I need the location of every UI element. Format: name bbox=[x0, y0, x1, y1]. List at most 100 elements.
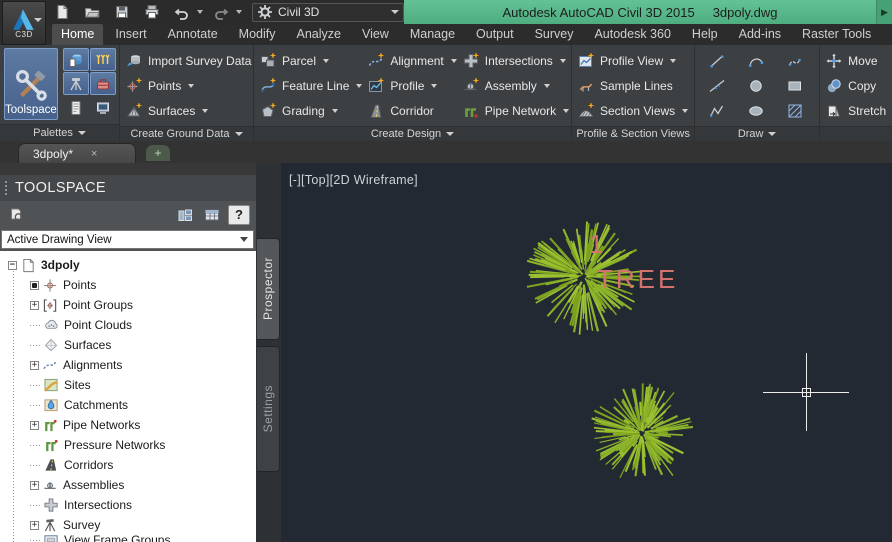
tab-close-icon[interactable]: × bbox=[91, 148, 97, 160]
stretch-button[interactable]: Stretch bbox=[824, 98, 888, 123]
ribbon-tab-modify[interactable]: Modify bbox=[230, 24, 285, 45]
ribbon-tab-insert[interactable]: Insert bbox=[106, 24, 155, 45]
survey-palette-button[interactable] bbox=[63, 72, 89, 95]
ribbon-tab-view[interactable]: View bbox=[353, 24, 398, 45]
draw-pline-button[interactable] bbox=[699, 98, 738, 123]
new-drawing-tab-button[interactable]: + bbox=[146, 145, 170, 161]
plot-button[interactable] bbox=[140, 2, 164, 22]
ts-help-button[interactable]: ? bbox=[228, 205, 250, 225]
feature-line-button[interactable]: Feature Line bbox=[258, 73, 364, 98]
tree-item-point-clouds[interactable]: Point Clouds bbox=[0, 315, 256, 335]
infocenter-expand-button[interactable]: ▶ bbox=[876, 0, 892, 24]
tree-item-pipe-networks[interactable]: +Pipe Networks bbox=[0, 415, 256, 435]
assembly-button[interactable]: Assembly bbox=[461, 73, 571, 98]
grading-button[interactable]: Grading bbox=[258, 98, 364, 123]
tree-item-corridors[interactable]: Corridors bbox=[0, 455, 256, 475]
tree-item-sites[interactable]: Sites bbox=[0, 375, 256, 395]
ribbon-tab-home[interactable]: Home bbox=[52, 24, 103, 45]
tree-item-label: Assemblies bbox=[63, 478, 124, 492]
display-manager-button[interactable] bbox=[90, 96, 116, 119]
tree-item-points[interactable]: Points bbox=[0, 275, 256, 295]
panel-label-create-design[interactable]: Create Design bbox=[254, 126, 571, 141]
expand-box-icon[interactable]: + bbox=[30, 301, 39, 310]
draw-spline-button[interactable] bbox=[777, 48, 816, 73]
sample-lines-button[interactable]: Sample Lines bbox=[576, 73, 690, 98]
panel-label-create-ground-data[interactable]: Create Ground Data bbox=[120, 126, 253, 141]
tree-item-3dpoly[interactable]: −3dpoly bbox=[0, 255, 256, 275]
panel-label-palettes[interactable]: Palettes bbox=[0, 124, 119, 141]
ribbon-tab-autodesk-360[interactable]: Autodesk 360 bbox=[585, 24, 679, 45]
ribbon-tab-manage[interactable]: Manage bbox=[401, 24, 464, 45]
item-browser-button[interactable] bbox=[63, 96, 89, 119]
palette-grip-icon[interactable] bbox=[4, 180, 9, 196]
expand-box-icon[interactable]: + bbox=[30, 361, 39, 370]
panel-label-draw[interactable]: Draw bbox=[695, 126, 819, 141]
prospector-button[interactable] bbox=[63, 48, 89, 71]
ribbon-tab-survey[interactable]: Survey bbox=[526, 24, 583, 45]
draw-hatch-button[interactable] bbox=[777, 98, 816, 123]
expand-box-icon[interactable]: + bbox=[30, 481, 39, 490]
drawing-canvas[interactable]: [-][Top][2D Wireframe] 1 TREE bbox=[281, 163, 892, 542]
ts-study-button[interactable] bbox=[6, 205, 28, 225]
undo-button[interactable] bbox=[170, 2, 194, 22]
import-survey-data-button[interactable]: Import Survey Data bbox=[124, 48, 249, 73]
tree-item-catchments[interactable]: Catchments bbox=[0, 395, 256, 415]
collapse-box-icon[interactable]: − bbox=[8, 261, 17, 270]
ts-table-button[interactable] bbox=[201, 205, 223, 225]
new-file-button[interactable] bbox=[50, 2, 74, 22]
intersections-button[interactable]: Intersections bbox=[461, 48, 571, 73]
ts-panorama-button[interactable] bbox=[174, 205, 196, 225]
expand-box-icon[interactable]: + bbox=[30, 521, 39, 530]
tree-item-alignments[interactable]: +Alignments bbox=[0, 355, 256, 375]
palette-tab-settings[interactable]: Settings bbox=[257, 346, 280, 472]
dropdown-caret-icon[interactable] bbox=[236, 10, 242, 14]
document-tab-3dpoly[interactable]: 3dpoly* × bbox=[18, 143, 136, 163]
dropdown-caret-icon[interactable] bbox=[197, 10, 203, 14]
ribbon-tab-add-ins[interactable]: Add-ins bbox=[730, 24, 790, 45]
tree-item-point-groups[interactable]: +Point Groups bbox=[0, 295, 256, 315]
expand-box-icon[interactable]: + bbox=[30, 421, 39, 430]
panel-label-profile-section-views[interactable]: Profile & Section Views bbox=[572, 126, 694, 141]
open-button[interactable] bbox=[80, 2, 104, 22]
ribbon-tab-help[interactable]: Help bbox=[683, 24, 727, 45]
pipe-network-button[interactable]: Pipe Network bbox=[461, 98, 571, 123]
draw-xline-button[interactable] bbox=[699, 73, 738, 98]
parcel-button[interactable]: Parcel bbox=[258, 48, 364, 73]
profile-view-button[interactable]: Profile View bbox=[576, 48, 690, 73]
tree-item-survey[interactable]: +Survey bbox=[0, 515, 256, 535]
ribbon-tab-output[interactable]: Output bbox=[467, 24, 523, 45]
redo-button[interactable] bbox=[209, 2, 233, 22]
tree-item-intersections[interactable]: Intersections bbox=[0, 495, 256, 515]
tree-item-pressure-networks[interactable]: Pressure Networks bbox=[0, 435, 256, 455]
copy-button[interactable]: Copy bbox=[824, 73, 888, 98]
profile-button[interactable]: Profile bbox=[366, 73, 458, 98]
application-menu-button[interactable]: C3D bbox=[2, 1, 46, 45]
toolbox-button[interactable] bbox=[90, 72, 116, 95]
ribbon-tab-analyze[interactable]: Analyze bbox=[287, 24, 349, 45]
draw-arc-button[interactable] bbox=[738, 48, 777, 73]
ribbon-tab-express[interactable]: Express bbox=[883, 24, 892, 45]
corridor-button[interactable]: Corridor bbox=[366, 98, 458, 123]
draw-circle-button[interactable] bbox=[738, 73, 777, 98]
save-button[interactable] bbox=[110, 2, 134, 22]
draw-ellipse-button[interactable] bbox=[738, 98, 777, 123]
toolspace-header[interactable]: TOOLSPACE bbox=[0, 175, 256, 201]
tree-item-surfaces[interactable]: Surfaces bbox=[0, 335, 256, 355]
ribbon-tab-annotate[interactable]: Annotate bbox=[159, 24, 227, 45]
tree-item-assemblies[interactable]: + Assemblies bbox=[0, 475, 256, 495]
points-button[interactable]: Points bbox=[124, 73, 249, 98]
draw-line-button[interactable] bbox=[699, 48, 738, 73]
toolspace-button[interactable]: Toolspace bbox=[4, 48, 58, 120]
tree-item-view-frame-groups[interactable]: View Frame Groups bbox=[0, 535, 256, 542]
expand-box-icon[interactable] bbox=[30, 281, 39, 290]
move-button[interactable]: Move bbox=[824, 48, 888, 73]
alignment-button[interactable]: Alignment bbox=[366, 48, 458, 73]
workspace-dropdown[interactable]: Civil 3D bbox=[252, 3, 404, 22]
surfaces-button[interactable]: Surfaces bbox=[124, 98, 249, 123]
ribbon-tab-raster-tools[interactable]: Raster Tools bbox=[793, 24, 880, 45]
settings-toolbar-button[interactable] bbox=[90, 48, 116, 71]
view-mode-dropdown[interactable]: Active Drawing View bbox=[1, 230, 254, 249]
section-views-button[interactable]: Section Views bbox=[576, 98, 690, 123]
palette-tab-prospector[interactable]: Prospector bbox=[257, 238, 280, 340]
draw-rectangle-button[interactable] bbox=[777, 73, 816, 98]
